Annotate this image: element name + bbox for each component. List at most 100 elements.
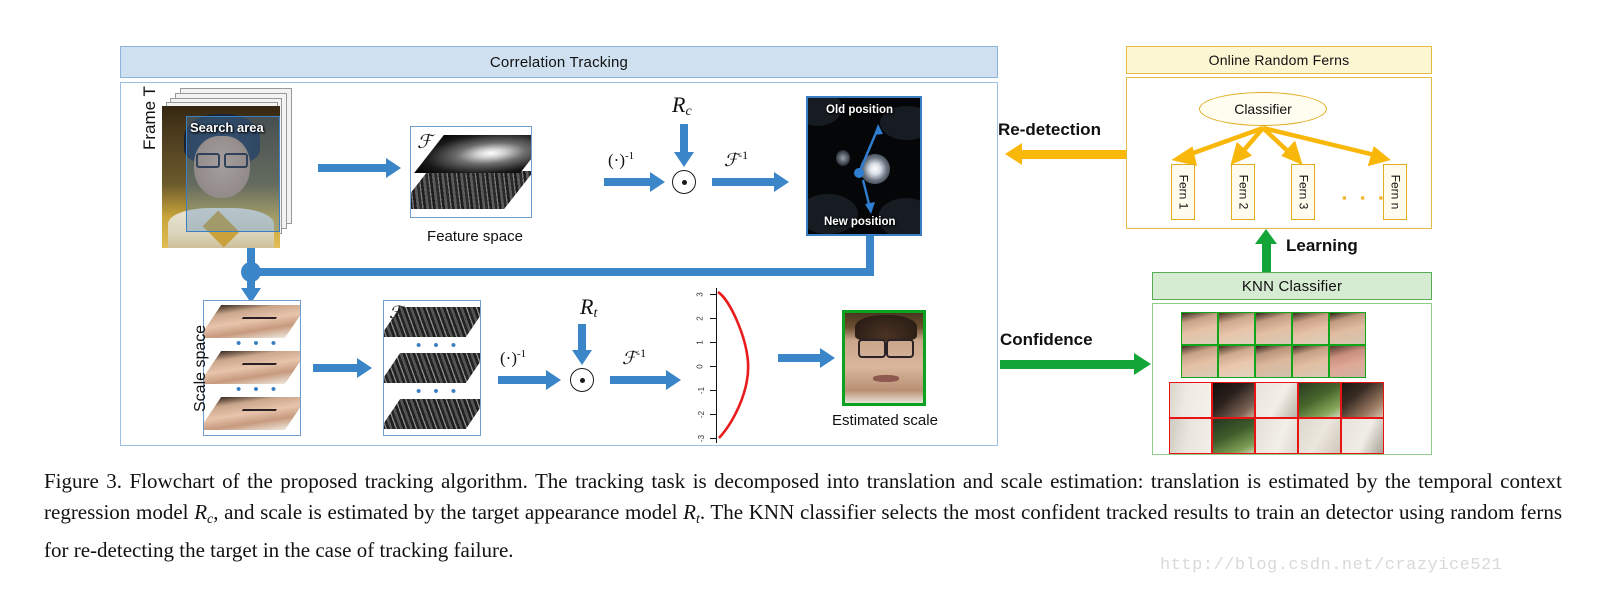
scale-feature-slab-3 — [384, 399, 480, 429]
redetection-arrow-head — [1005, 143, 1022, 165]
arrow-odot-to-response-top — [712, 178, 774, 186]
knn-classifier-title: KNN Classifier — [1152, 272, 1432, 300]
inverse-fourier-exponent-bottom: -1 — [636, 346, 647, 360]
fern-box-1: Fern 1 — [1171, 164, 1195, 220]
online-random-ferns-body: Classifier Fern 1 Fern 2 Fern 3 Fern n ▪… — [1126, 77, 1432, 229]
hadamard-product-operator-bottom — [570, 368, 594, 392]
negative-sample-cell — [1341, 418, 1384, 454]
positive-sample-cell — [1329, 312, 1366, 345]
inverse-operator-label-top: (·)-1 — [608, 150, 634, 171]
arrow-feature-to-odot-top-head — [650, 172, 665, 192]
curve-tick-label-2: 2 — [695, 316, 705, 321]
learning-arrow-shaft — [1262, 242, 1271, 274]
fern-label-3: Fern 3 — [1296, 174, 1310, 210]
old-position-label: Old position — [826, 104, 894, 116]
arrow-odot-to-curve — [610, 376, 666, 384]
curve-tick-2 — [710, 318, 717, 320]
correlation-tracking-title: Correlation Tracking — [120, 46, 998, 78]
scale-slab-1-glasses — [238, 317, 278, 324]
curve-tick-label-1: 3 — [695, 292, 705, 297]
estimated-scale-caption: Estimated scale — [832, 412, 938, 429]
negative-sample-cell — [1255, 382, 1298, 418]
curve-tick-label-3: 1 — [695, 340, 705, 345]
inverse-operator-label-bottom: (·)-1 — [500, 348, 526, 369]
inverse-fourier-symbol-bottom: ℱ — [622, 348, 637, 368]
feature-space-caption: Feature space — [427, 228, 523, 245]
inverse-fourier-label-bottom: ℱ-1 — [622, 346, 646, 369]
negative-sample-cell — [1169, 418, 1212, 454]
scale-slab-3-glasses — [238, 409, 278, 416]
redetection-label: Re-detection — [998, 120, 1101, 139]
fern-box-3: Fern 3 — [1291, 164, 1315, 220]
scale-model-subscript: t — [593, 306, 598, 321]
positive-sample-cell — [1255, 312, 1292, 345]
figure-caption: Figure 3. Flowchart of the proposed trac… — [44, 466, 1562, 566]
translation-model-subscript: c — [685, 104, 692, 119]
watermark-text: http://blog.csdn.net/crazyice521 — [1160, 556, 1503, 575]
scale-response-curve: 3 2 1 0 -1 -2 -3 — [690, 288, 762, 443]
arrow-scale-to-features-head — [357, 358, 372, 378]
negative-sample-cell — [1212, 418, 1255, 454]
arrow-rc-to-odot — [680, 124, 688, 154]
curve-tick-7 — [710, 438, 717, 440]
figure-canvas: Correlation Tracking Search area Frame T… — [0, 0, 1608, 465]
negative-sample-cell — [1341, 382, 1384, 418]
positive-sample-cell — [1218, 345, 1255, 378]
arrow-features-to-odot-bottom — [498, 376, 546, 384]
correlation-response-map: Old position New position — [806, 96, 922, 236]
arrow-feature-to-odot-top — [604, 178, 650, 186]
translation-model-symbol: R — [672, 92, 686, 117]
fern-label-2: Fern 2 — [1236, 174, 1250, 210]
learning-label: Learning — [1286, 236, 1358, 255]
inverse-fourier-label-top: ℱ-1 — [724, 148, 748, 171]
scale-ellipsis-2: • • • — [236, 381, 281, 398]
scale-model-label: Rt — [580, 294, 597, 322]
scale-feature-slab-2 — [384, 353, 480, 383]
old-position-marker — [854, 168, 864, 178]
redetection-arrow-shaft — [1022, 150, 1126, 159]
scale-slab-3 — [204, 397, 300, 430]
scale-feature-ellipsis-2: • • • — [416, 383, 461, 400]
confidence-arrow-shaft — [1000, 360, 1134, 369]
arrow-curve-to-estimate-head — [820, 348, 835, 368]
curve-tick-label-7: -3 — [697, 434, 707, 443]
arrow-odot-to-response-top-head — [774, 172, 789, 192]
scale-model-symbol: R — [580, 294, 594, 319]
positive-sample-cell — [1181, 312, 1218, 345]
estimated-scale-image — [842, 310, 926, 406]
scale-slab-1 — [204, 305, 300, 338]
curve-tick-4 — [710, 366, 717, 368]
caption-segment-2: , and scale is estimated by the target a… — [213, 500, 684, 524]
fern-ellipsis: ▪ ▪ ▪ — [1342, 190, 1389, 205]
connector-down-to-scale — [247, 268, 255, 290]
negative-sample-grid — [1169, 382, 1384, 454]
estimate-glasses — [858, 339, 914, 358]
hadamard-product-operator-top — [672, 170, 696, 194]
frame-t-stack: Search area — [162, 88, 298, 248]
classifier-node: Classifier — [1199, 92, 1327, 126]
inverse-fourier-exponent-top: -1 — [738, 148, 749, 162]
negative-sample-cell — [1212, 382, 1255, 418]
inverse-operator-base-bottom: (·) — [500, 348, 517, 368]
knn-classifier-panel: KNN Classifier — [1152, 272, 1432, 455]
scale-slab-2 — [204, 351, 300, 384]
curve-tick-5 — [710, 390, 717, 392]
arrow-rt-to-odot-head — [572, 350, 592, 365]
negative-sample-cell — [1298, 382, 1341, 418]
arrow-scale-to-features — [313, 364, 357, 372]
inverse-operator-exponent: -1 — [624, 150, 635, 162]
translation-model-label: Rc — [672, 92, 692, 120]
frame-t-label: Frame T — [140, 86, 159, 150]
inverse-fourier-symbol-top: ℱ — [724, 150, 739, 170]
feature-plane-bottom — [411, 171, 531, 209]
connector-horizontal-bus — [247, 268, 874, 276]
inverse-operator-base: (·) — [608, 150, 625, 170]
arrow-odot-to-curve-head — [666, 370, 681, 390]
negative-sample-cell — [1298, 418, 1341, 454]
arrow-features-to-odot-bottom-head — [546, 370, 561, 390]
curve-tick-label-5: -1 — [697, 386, 707, 395]
curve-tick-1 — [710, 294, 717, 296]
confidence-label: Confidence — [1000, 330, 1093, 349]
inverse-operator-exponent-bottom: -1 — [516, 348, 527, 360]
negative-sample-cell — [1255, 418, 1298, 454]
